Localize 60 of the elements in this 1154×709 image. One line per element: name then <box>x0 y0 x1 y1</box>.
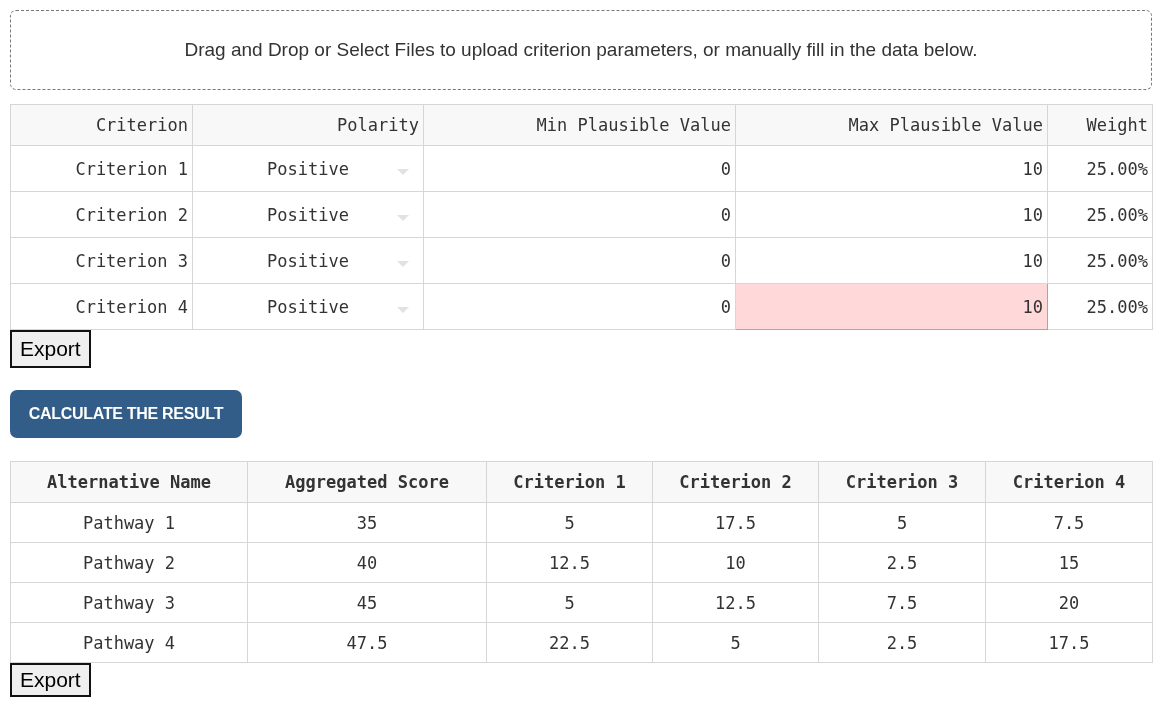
table-cell: 22.5 <box>486 622 653 663</box>
table-cell: 40 <box>247 542 487 583</box>
table-cell[interactable]: 10 <box>735 237 1048 284</box>
dropzone-text: Drag and Drop or Select Files to upload criterion parameters, or manually fill in the data below. <box>184 39 978 61</box>
table-cell: 25.00% <box>1047 283 1153 330</box>
table-cell: 15 <box>985 542 1153 583</box>
column-header: Criterion 3 <box>818 461 986 503</box>
table-cell: 5 <box>486 582 653 623</box>
export-button[interactable]: Export <box>10 663 91 697</box>
column-header: Max Plausible Value <box>735 104 1048 146</box>
column-header: Alternative Name <box>10 461 248 503</box>
column-header: Criterion 2 <box>652 461 819 503</box>
table-cell[interactable]: 0 <box>423 191 736 238</box>
table-cell: 17.5 <box>652 502 819 543</box>
table-cell: 35 <box>247 502 487 543</box>
table-cell: 17.5 <box>985 622 1153 663</box>
column-header: Criterion <box>10 104 193 146</box>
table-cell: 5 <box>486 502 653 543</box>
caret-icon <box>397 168 409 175</box>
caret-icon <box>397 214 409 221</box>
table-cell: Criterion 1 <box>10 145 193 192</box>
table-cell: Pathway 3 <box>10 582 248 623</box>
table-cell: 5 <box>652 622 819 663</box>
table-cell: 2.5 <box>818 542 986 583</box>
table-cell: Criterion 3 <box>10 237 193 284</box>
table-cell: 12.5 <box>652 582 819 623</box>
table-cell: 25.00% <box>1047 145 1153 192</box>
column-header: Polarity <box>192 104 424 146</box>
table-cell[interactable]: 0 <box>423 145 736 192</box>
table-cell: 2.5 <box>818 622 986 663</box>
column-header: Min Plausible Value <box>423 104 736 146</box>
table-cell[interactable]: 0 <box>423 237 736 284</box>
table-cell: 20 <box>985 582 1153 623</box>
table-cell: Criterion 4 <box>10 283 193 330</box>
table-cell: 25.00% <box>1047 237 1153 284</box>
table-cell[interactable]: 10 <box>735 191 1048 238</box>
upload-dropzone[interactable]: Drag and Drop or Select Files to upload criterion parameters, or manually fill in the data below. <box>10 10 1152 90</box>
column-header: Criterion 4 <box>985 461 1153 503</box>
column-header: Weight <box>1047 104 1153 146</box>
column-header: Aggregated Score <box>247 461 487 503</box>
table-cell: 10 <box>652 542 819 583</box>
table-cell: 5 <box>818 502 986 543</box>
caret-icon <box>397 260 409 267</box>
export-button[interactable]: Export <box>10 330 91 368</box>
table-cell: 25.00% <box>1047 191 1153 238</box>
table-cell: Pathway 4 <box>10 622 248 663</box>
table-cell[interactable]: 0 <box>423 283 736 330</box>
table-cell: 7.5 <box>818 582 986 623</box>
table-cell: 12.5 <box>486 542 653 583</box>
table-cell: Pathway 2 <box>10 542 248 583</box>
table-cell: Pathway 1 <box>10 502 248 543</box>
table-cell: Criterion 2 <box>10 191 193 238</box>
calculate-button[interactable]: CALCULATE THE RESULT <box>10 390 242 438</box>
table-cell[interactable]: 10 <box>735 283 1048 330</box>
table-cell: 45 <box>247 582 487 623</box>
table-cell: 47.5 <box>247 622 487 663</box>
caret-icon <box>397 306 409 313</box>
table-cell: 7.5 <box>985 502 1153 543</box>
column-header: Criterion 1 <box>486 461 653 503</box>
table-cell[interactable]: 10 <box>735 145 1048 192</box>
